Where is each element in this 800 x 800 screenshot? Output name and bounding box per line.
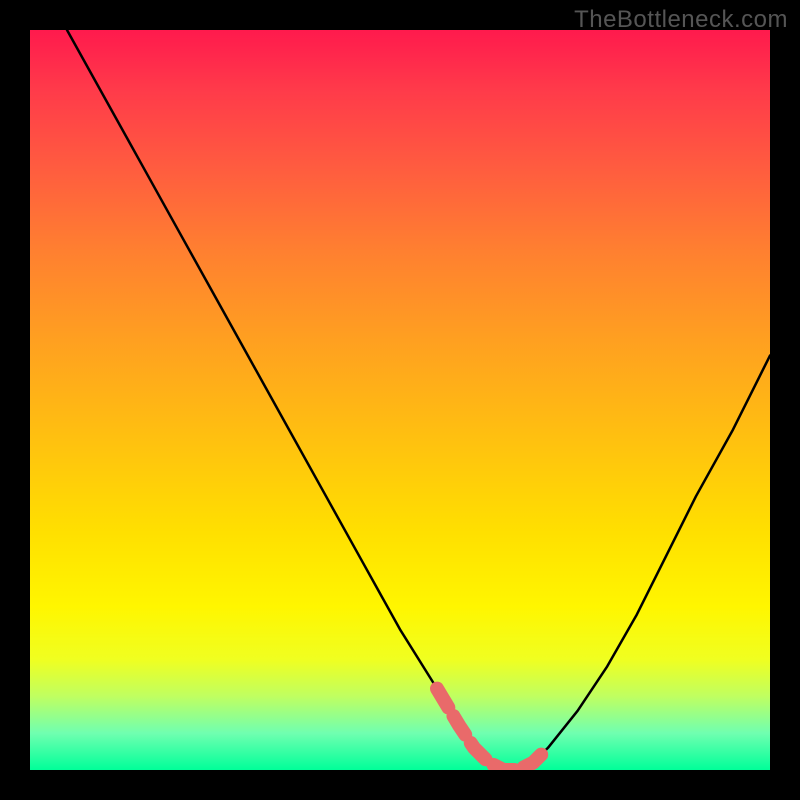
v-curve: [67, 30, 770, 770]
plot-area: [30, 30, 770, 770]
chart-frame: TheBottleneck.com: [0, 0, 800, 800]
curve-overlay: [30, 30, 770, 770]
curve-highlight: [437, 689, 548, 770]
